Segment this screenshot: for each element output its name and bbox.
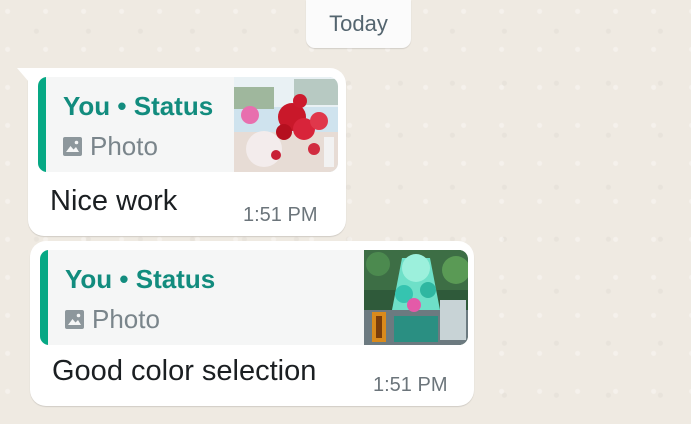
message-text: Good color selection (52, 355, 317, 387)
quote-type-label: Photo (90, 131, 158, 161)
quote-subtitle: Photo (63, 131, 158, 162)
message-text: Nice work (50, 185, 178, 217)
quote-title: You • Status (65, 264, 216, 294)
bubble-tail (17, 68, 29, 82)
status-reply-quote[interactable]: You • Status Photo (40, 250, 468, 345)
message-timestamp: 1:51 PM (243, 204, 318, 226)
quote-accent-bar (38, 77, 46, 172)
quote-type-label: Photo (92, 304, 160, 334)
quote-title: You • Status (63, 91, 214, 121)
status-reply-quote[interactable]: You • Status Photo (38, 77, 338, 172)
status-photo-thumbnail[interactable] (364, 250, 468, 345)
quote-subtitle: Photo (65, 304, 160, 335)
message-bubble[interactable]: You • Status Photo (17, 68, 346, 236)
photo-icon (63, 137, 82, 156)
quote-accent-bar (40, 250, 48, 345)
photo-icon (65, 310, 84, 329)
date-divider-chip: Today (306, 0, 411, 48)
message-bubble[interactable]: You • Status Photo (30, 241, 474, 406)
status-photo-thumbnail[interactable] (234, 77, 338, 172)
message-timestamp: 1:51 PM (373, 374, 448, 396)
